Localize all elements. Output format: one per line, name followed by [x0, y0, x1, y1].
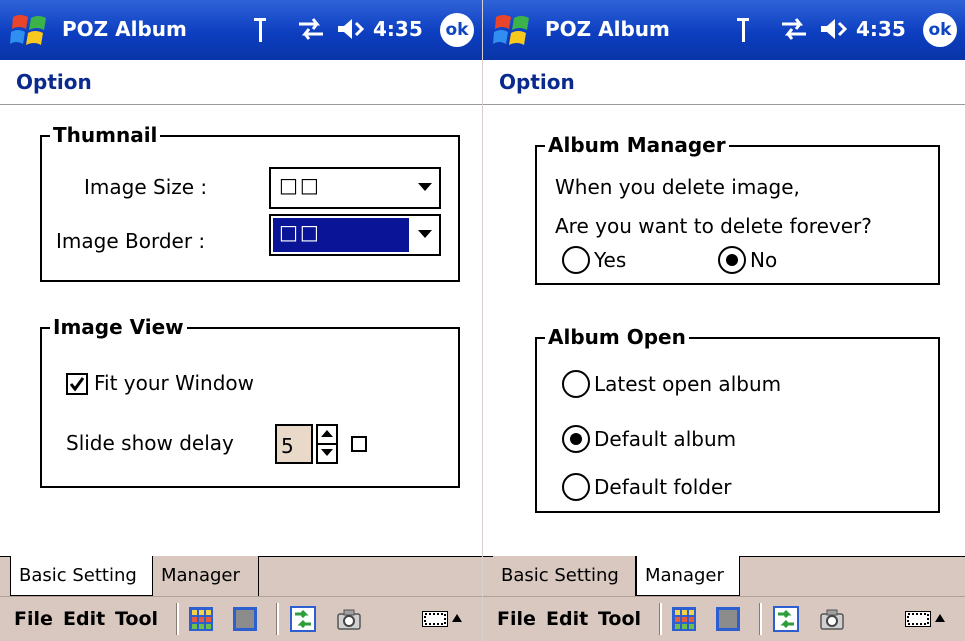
- default-folder-radio[interactable]: [562, 473, 590, 501]
- dropdown-arrow-icon[interactable]: [418, 183, 432, 191]
- default-album-label[interactable]: Default album: [594, 427, 736, 451]
- antenna-signal-icon[interactable]: [737, 18, 749, 44]
- tab-label: Basic Setting: [19, 565, 137, 586]
- toolbar-separator: [659, 603, 662, 635]
- app-title: POZ Album: [545, 17, 670, 41]
- image-border-label: Image Border :: [56, 229, 206, 253]
- antenna-signal-icon[interactable]: [254, 18, 266, 44]
- app-title: POZ Album: [62, 17, 187, 41]
- slide-delay-unit-box: [351, 436, 367, 452]
- page-title: Option: [16, 70, 92, 94]
- sync-pictures-icon[interactable]: [773, 606, 799, 632]
- input-panel-arrow-icon[interactable]: [935, 614, 945, 622]
- album-open-group-title: Album Open: [545, 324, 689, 350]
- heading-divider: [0, 104, 482, 105]
- thumbnail-view-icon[interactable]: [188, 606, 214, 632]
- tab-label: Basic Setting: [501, 565, 619, 586]
- delete-no-radio[interactable]: [718, 246, 746, 274]
- checkmark-icon: [69, 377, 85, 392]
- thumbnail-view-icon[interactable]: [671, 606, 697, 632]
- image-size-value: □□: [279, 173, 321, 197]
- spin-divider: [318, 443, 336, 445]
- connectivity-arrows-icon[interactable]: [297, 16, 325, 42]
- single-view-icon[interactable]: [232, 606, 258, 632]
- menu-bar: File Edit Tool: [0, 596, 482, 641]
- fit-window-label[interactable]: Fit your Window: [94, 371, 254, 395]
- connectivity-arrows-icon[interactable]: [780, 16, 808, 42]
- slide-delay-label: Slide show delay: [66, 431, 234, 455]
- delete-prompt-line1: When you delete image,: [555, 175, 800, 199]
- spin-up-icon[interactable]: [321, 430, 333, 437]
- image-border-value: □□: [279, 220, 321, 244]
- menu-file[interactable]: File: [14, 608, 53, 630]
- screen-manager: POZ Album 4:35 ok Option Album Manager W…: [483, 0, 965, 641]
- thumbnail-group: Thumnail Image Size : □□ Image Border : …: [40, 122, 460, 282]
- image-border-select[interactable]: □□: [269, 214, 441, 256]
- input-panel-arrow-icon[interactable]: [452, 614, 462, 622]
- slide-delay-value: 5: [281, 434, 294, 458]
- windows-start-icon[interactable]: [10, 12, 50, 50]
- screen-basic-setting: POZ Album 4:35 ok Option Thumnail Image …: [0, 0, 482, 641]
- album-open-group: Album Open Latest open album Default alb…: [535, 324, 940, 513]
- tab-label: Manager: [645, 565, 724, 586]
- ok-button[interactable]: ok: [923, 13, 957, 47]
- heading-divider: [483, 104, 965, 105]
- image-size-select[interactable]: □□: [269, 167, 441, 209]
- fit-window-checkbox[interactable]: [66, 373, 88, 395]
- keyboard-icon[interactable]: [905, 611, 931, 627]
- default-folder-label[interactable]: Default folder: [594, 475, 732, 499]
- menu-file[interactable]: File: [497, 608, 536, 630]
- clock[interactable]: 4:35: [373, 17, 423, 41]
- title-bar: POZ Album 4:35 ok: [483, 0, 965, 60]
- camera-icon[interactable]: [819, 606, 845, 632]
- clock[interactable]: 4:35: [856, 17, 906, 41]
- tab-basic-setting[interactable]: Basic Setting: [10, 556, 153, 596]
- menu-tool[interactable]: Tool: [115, 608, 158, 630]
- keyboard-icon[interactable]: [422, 611, 448, 627]
- dropdown-arrow-icon[interactable]: [418, 230, 432, 238]
- menu-edit[interactable]: Edit: [546, 608, 588, 630]
- volume-icon[interactable]: [336, 16, 366, 42]
- camera-icon[interactable]: [336, 606, 362, 632]
- ok-button[interactable]: ok: [440, 13, 474, 47]
- volume-icon[interactable]: [819, 16, 849, 42]
- page-title: Option: [499, 70, 575, 94]
- default-album-radio[interactable]: [562, 425, 590, 453]
- tab-strip: Basic Setting Manager: [0, 556, 482, 596]
- thumbnail-group-title: Thumnail: [50, 122, 161, 148]
- delete-yes-radio[interactable]: [562, 246, 590, 274]
- image-size-label: Image Size :: [84, 175, 208, 199]
- album-manager-group: Album Manager When you delete image, Are…: [535, 132, 940, 285]
- album-manager-group-title: Album Manager: [545, 132, 729, 158]
- toolbar-separator: [176, 603, 179, 635]
- tab-basic-setting[interactable]: Basic Setting: [493, 556, 636, 596]
- delete-no-label[interactable]: No: [750, 248, 777, 272]
- single-view-icon[interactable]: [715, 606, 741, 632]
- menu-bar: File Edit Tool: [483, 596, 965, 641]
- slide-delay-stepper[interactable]: [316, 424, 338, 464]
- latest-open-album-radio[interactable]: [562, 370, 590, 398]
- spin-down-icon[interactable]: [321, 449, 333, 456]
- image-view-group: Image View Fit your Window Slide show de…: [40, 314, 460, 488]
- slide-delay-input[interactable]: 5: [275, 424, 313, 464]
- toolbar-separator: [759, 603, 762, 635]
- delete-prompt-line2: Are you want to delete forever?: [555, 214, 872, 238]
- tab-strip: Basic Setting Manager: [483, 556, 965, 596]
- title-bar: POZ Album 4:35 ok: [0, 0, 482, 60]
- image-view-group-title: Image View: [50, 314, 187, 340]
- menu-tool[interactable]: Tool: [598, 608, 641, 630]
- latest-open-album-label[interactable]: Latest open album: [594, 372, 781, 396]
- tab-label: Manager: [161, 565, 240, 586]
- tab-manager[interactable]: Manager: [636, 556, 740, 596]
- windows-start-icon[interactable]: [493, 12, 533, 50]
- selection-highlight: □□: [273, 218, 409, 252]
- sync-pictures-icon[interactable]: [290, 606, 316, 632]
- menu-edit[interactable]: Edit: [63, 608, 105, 630]
- toolbar-separator: [276, 603, 279, 635]
- tab-manager[interactable]: Manager: [153, 556, 259, 596]
- delete-yes-label[interactable]: Yes: [594, 248, 626, 272]
